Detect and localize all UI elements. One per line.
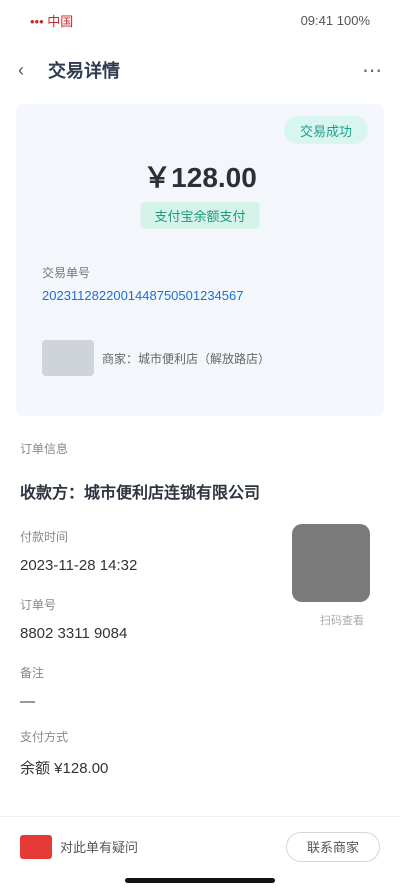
- merchant-text: 商家：城市便利店（解放路店）: [102, 351, 271, 366]
- payee-heading: 收款方：城市便利店连锁有限公司: [20, 485, 261, 502]
- detail-key: 付款时间: [20, 530, 69, 544]
- detail-key: 备注: [20, 666, 45, 680]
- summary-card: 交易成功 ￥128.00 支付宝余额支付 交易单号 20231128220014…: [16, 104, 384, 416]
- detail-item-remark: 备注 —: [20, 664, 44, 710]
- qr-code-icon[interactable]: [292, 524, 370, 602]
- help-entry[interactable]: 对此单有疑问: [20, 834, 139, 859]
- status-left: ••• 中国: [30, 11, 73, 30]
- help-flag-icon: [20, 834, 52, 859]
- detail-value: 余额 ¥128.00: [20, 760, 109, 777]
- status-right: 09:41 100%: [301, 13, 370, 28]
- merchant-avatar: [42, 340, 94, 376]
- status-bar: ••• 中国 09:41 100%: [0, 0, 400, 40]
- detail-section: 订单信息 收款方：城市便利店连锁有限公司: [20, 440, 380, 503]
- carrier-text: ••• 中国: [30, 13, 74, 29]
- status-time: 09:41: [300, 12, 334, 28]
- contact-merchant-button[interactable]: 联系商家: [285, 831, 380, 862]
- section-label: 订单信息: [20, 442, 69, 456]
- help-label: 对此单有疑问: [60, 840, 139, 855]
- bottom-bar: 对此单有疑问 联系商家: [0, 816, 400, 876]
- status-badge: 交易成功: [283, 116, 368, 144]
- chevron-left-icon[interactable]: ‹: [18, 61, 34, 79]
- detail-item-order-id: 订单号 8802 3311 9084: [20, 596, 127, 642]
- detail-value: 8802 3311 9084: [20, 625, 128, 642]
- detail-item-pay-time: 付款时间 2023-11-28 14:32: [20, 528, 137, 574]
- merchant-row[interactable]: 商家：城市便利店（解放路店）: [42, 340, 358, 376]
- detail-value: 2023-11-28 14:32: [20, 557, 138, 574]
- detail-value: —: [20, 693, 35, 710]
- detail-key: 支付方式: [20, 730, 69, 744]
- battery-indicator: 100%: [336, 12, 370, 28]
- amount-text: ￥128.00: [143, 162, 257, 193]
- order-number-link[interactable]: 2023112822001448750501234567: [42, 288, 243, 303]
- qr-caption: 扫码查看: [320, 615, 364, 627]
- payment-method-note: 支付宝余额支付: [140, 202, 260, 229]
- order-number-label: 交易单号: [42, 266, 91, 280]
- detail-key: 订单号: [20, 598, 57, 612]
- detail-item-method: 支付方式 余额 ¥128.00: [20, 728, 108, 778]
- more-dots-icon[interactable]: ⋯: [362, 58, 382, 83]
- nav-bar: ‹ 交易详情 ⋯: [0, 48, 400, 92]
- home-indicator: [125, 878, 275, 883]
- page-title: 交易详情: [48, 61, 120, 81]
